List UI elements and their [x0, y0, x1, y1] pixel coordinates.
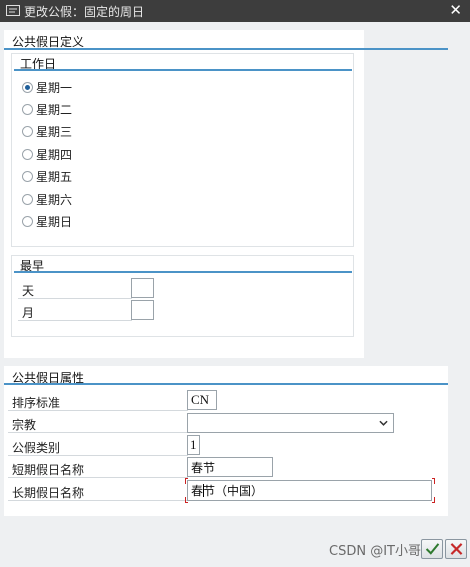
confirm-button[interactable] [421, 539, 443, 559]
radio-tuesday[interactable]: 星期二 [22, 100, 72, 118]
religion-label: 宗教 [12, 418, 37, 432]
field-corner-marker [432, 497, 435, 503]
row-divider [8, 477, 188, 478]
workday-divider [14, 69, 352, 71]
day-field[interactable] [131, 278, 154, 298]
radio-button[interactable] [22, 148, 33, 160]
window-title: 更改公假：固定的周日 [24, 5, 145, 19]
radio-label: 星期一 [36, 80, 73, 95]
radio-wednesday[interactable]: 星期三 [22, 122, 72, 140]
radio-monday[interactable]: 星期一 [22, 78, 72, 96]
row-divider [18, 298, 132, 299]
title-bar: 更改公假：固定的周日 ✕ [0, 0, 470, 22]
category-field[interactable]: 1 [187, 435, 200, 455]
chevron-down-icon[interactable] [379, 420, 388, 426]
day-label: 天 [22, 284, 35, 298]
radio-label: 星期日 [36, 214, 73, 229]
earliest-divider [14, 271, 352, 273]
short-name-field[interactable]: 春节 [187, 457, 273, 477]
earliest-group [11, 255, 354, 337]
radio-button[interactable] [22, 215, 33, 227]
row-divider [8, 432, 188, 433]
field-corner-marker [432, 478, 435, 484]
radio-label: 星期五 [36, 169, 73, 184]
radio-button[interactable] [22, 170, 33, 182]
radio-label: 星期四 [36, 147, 73, 162]
row-divider [18, 320, 132, 321]
attributes-divider [4, 383, 448, 385]
radio-label: 星期二 [36, 102, 73, 117]
row-divider [8, 500, 188, 501]
definition-divider [4, 48, 448, 50]
sort-label: 排序标准 [12, 396, 61, 410]
religion-dropdown[interactable] [187, 413, 394, 433]
short-name-label: 短期假日名称 [12, 463, 85, 477]
long-name-field[interactable]: 春节（中国） [187, 480, 432, 501]
radio-button[interactable] [22, 125, 33, 137]
window-icon [6, 5, 20, 16]
field-corner-marker [185, 478, 188, 484]
field-corner-marker [185, 497, 188, 503]
row-divider [8, 455, 188, 456]
radio-button[interactable] [22, 81, 33, 93]
radio-label: 星期六 [36, 192, 73, 207]
month-label: 月 [22, 306, 35, 320]
close-icon[interactable]: ✕ [449, 1, 462, 19]
watermark: CSDN @IT小哥员 [329, 544, 434, 559]
radio-thursday[interactable]: 星期四 [22, 145, 72, 163]
radio-friday[interactable]: 星期五 [22, 167, 72, 185]
radio-button[interactable] [22, 103, 33, 115]
radio-sunday[interactable]: 星期日 [22, 212, 72, 230]
cancel-icon [450, 543, 463, 555]
row-divider [8, 410, 188, 411]
radio-label: 星期三 [36, 124, 73, 139]
long-name-label: 长期假日名称 [12, 486, 85, 500]
category-label: 公假类别 [12, 441, 61, 455]
check-icon [425, 543, 440, 555]
cancel-button[interactable] [445, 539, 467, 559]
radio-saturday[interactable]: 星期六 [22, 190, 72, 208]
text-cursor [203, 484, 204, 497]
month-field[interactable] [131, 300, 154, 320]
sort-field[interactable]: CN [187, 390, 217, 410]
radio-button[interactable] [22, 193, 33, 205]
